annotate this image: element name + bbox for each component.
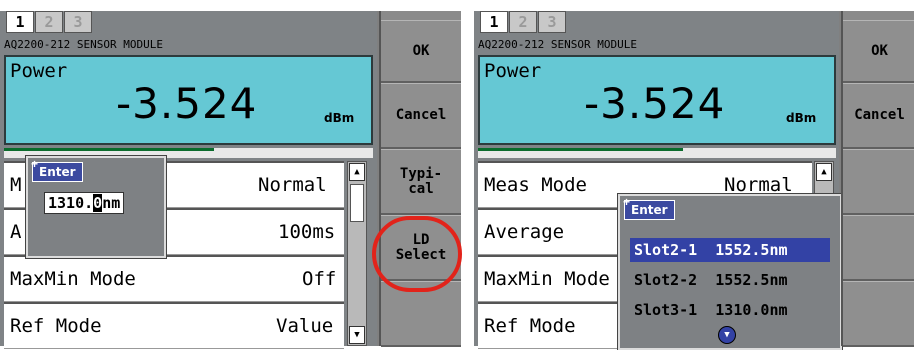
setting-label: Ref Mode (10, 315, 102, 337)
ld-option-slot2-2[interactable]: Slot2-2 1552.5nm (630, 268, 830, 292)
right-softkey-column: OK Cancel (841, 11, 914, 347)
left-screen: 1 2 3 AQ2200-212 SENSOR MODULE Power -3.… (0, 11, 461, 349)
ok-button[interactable]: OK (843, 20, 914, 83)
ok-button[interactable]: OK (381, 20, 461, 83)
setting-label: MaxMin Mode (10, 268, 136, 290)
scroll-up-icon[interactable]: ▲ (816, 163, 832, 181)
ld-option-slot3-1[interactable]: Slot3-1 1310.0nm (630, 298, 830, 322)
setting-value: Off (302, 268, 337, 290)
power-bar-fill (478, 148, 683, 151)
scroll-thumb[interactable] (350, 184, 364, 222)
scroll-down-circle-icon[interactable]: ▼ (718, 326, 736, 344)
power-value: -3.524 (584, 79, 726, 128)
setting-row-ref-mode[interactable]: Ref Mode Value (4, 302, 344, 349)
softkey-blank[interactable] (843, 281, 914, 347)
power-unit: dBm (786, 111, 817, 125)
setting-label: M (10, 174, 22, 196)
left-content-area: 1 2 3 AQ2200-212 SENSOR MODULE Power -3.… (0, 11, 377, 349)
cancel-button[interactable]: Cancel (381, 83, 461, 149)
tab-3[interactable]: 3 (538, 11, 566, 33)
softkey-blank[interactable] (843, 215, 914, 281)
power-bar-fill (4, 148, 214, 151)
right-screen: 1 2 3 AQ2200-212 SENSOR MODULE Power -3.… (474, 11, 914, 350)
enter-tag: + Enter (623, 195, 675, 220)
setting-row-maxmin-mode[interactable]: MaxMin Mode Off (4, 255, 344, 302)
ld-select-popup: + Enter Slot2-1 1552.5nm Slot2-2 1552.5nm… (618, 194, 842, 350)
power-bar (478, 148, 836, 158)
scroll-down-icon[interactable]: ▼ (349, 326, 365, 344)
softkey-blank[interactable] (843, 149, 914, 215)
right-content-area: 1 2 3 AQ2200-212 SENSOR MODULE Power -3.… (474, 11, 842, 350)
setting-value: Normal (724, 174, 793, 196)
tab-3[interactable]: 3 (64, 11, 92, 33)
text-cursor: 0 (93, 194, 103, 212)
setting-label: Ref Mode (484, 315, 576, 337)
tab-2[interactable]: 2 (35, 11, 63, 33)
scroll-up-icon[interactable]: ▲ (349, 163, 365, 181)
setting-label: A (10, 221, 22, 243)
tab-1[interactable]: 1 (480, 11, 508, 33)
power-unit: dBm (324, 111, 355, 125)
setting-label: MaxMin Mode (484, 268, 610, 290)
power-value: -3.524 (116, 79, 258, 128)
tab-2[interactable]: 2 (509, 11, 537, 33)
right-tab-bar: 1 2 3 (480, 11, 567, 33)
enter-tag: + Enter (31, 157, 83, 182)
highlight-ring (372, 216, 462, 292)
left-softkey-column: OK Cancel Typi- cal LD Select (379, 11, 461, 347)
tab-1[interactable]: 1 (6, 11, 34, 33)
typical-button[interactable]: Typi- cal (381, 149, 461, 215)
setting-value: 100ms (278, 221, 336, 243)
cancel-button[interactable]: Cancel (843, 83, 914, 149)
wavelength-input[interactable]: 1310.0nm (44, 192, 125, 214)
power-display: Power -3.524 dBm (478, 55, 836, 145)
power-display: Power -3.524 dBm (4, 55, 373, 145)
setting-value: Normal (258, 174, 327, 196)
power-label: Power (10, 60, 68, 82)
power-label: Power (484, 60, 542, 82)
module-title: AQ2200-212 SENSOR MODULE (478, 38, 637, 51)
setting-value: Value (276, 315, 334, 337)
settings-scrollbar[interactable]: ▲ ▼ (347, 161, 367, 346)
setting-label: Average (484, 221, 565, 243)
module-title: AQ2200-212 SENSOR MODULE (4, 38, 163, 51)
wavelength-enter-popup: + Enter 1310.0nm (26, 156, 166, 258)
left-tab-bar: 1 2 3 (6, 11, 93, 33)
ld-option-slot2-1[interactable]: Slot2-1 1552.5nm (630, 238, 830, 262)
setting-label: Meas Mode (484, 174, 587, 196)
